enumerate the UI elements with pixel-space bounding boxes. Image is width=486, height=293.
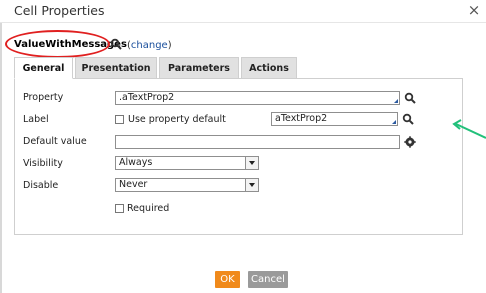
dropdown-arrow-box xyxy=(245,157,258,169)
label-input[interactable]: aTextProp2 xyxy=(271,112,398,126)
chevron-down-icon xyxy=(249,183,255,187)
use-property-default-label: Use property default xyxy=(128,114,226,125)
tabs-area: General Presentation Parameters Actions … xyxy=(14,57,463,235)
tab-parameters[interactable]: Parameters xyxy=(159,57,239,79)
visibility-select[interactable]: Always xyxy=(115,156,259,170)
dialog-title: Cell Properties xyxy=(14,3,105,18)
autocomplete-corner-icon xyxy=(392,120,396,124)
title-bar: Cell Properties × xyxy=(0,0,486,23)
search-icon[interactable] xyxy=(402,113,414,125)
dialog-left-border xyxy=(0,0,2,293)
disable-selected-value: Never xyxy=(119,179,148,190)
default-value-label: Default value xyxy=(23,136,87,147)
disable-select[interactable]: Never xyxy=(115,178,259,192)
tab-general[interactable]: General xyxy=(14,57,73,79)
annotation-arrow-icon xyxy=(452,119,486,139)
search-icon[interactable] xyxy=(110,38,122,50)
autocomplete-corner-icon xyxy=(394,99,398,103)
property-input-value: .aTextProp2 xyxy=(119,92,175,103)
dropdown-arrow-box xyxy=(245,179,258,191)
visibility-selected-value: Always xyxy=(119,157,153,168)
cell-properties-dialog: Cell Properties × ValueWithMessages (cha… xyxy=(0,0,486,293)
required-label: Required xyxy=(127,203,170,214)
default-value-input[interactable] xyxy=(115,135,400,149)
ok-button[interactable]: OK xyxy=(215,271,240,288)
gear-icon[interactable] xyxy=(404,136,416,148)
property-input[interactable]: .aTextProp2 xyxy=(115,91,400,105)
change-link[interactable]: change xyxy=(131,40,168,51)
property-label: Property xyxy=(23,92,64,103)
chevron-down-icon xyxy=(249,161,255,165)
tab-presentation[interactable]: Presentation xyxy=(75,57,157,79)
tab-actions[interactable]: Actions xyxy=(241,57,297,79)
search-icon[interactable] xyxy=(404,92,416,104)
change-close-paren: ) xyxy=(167,40,172,51)
cancel-button[interactable]: Cancel xyxy=(248,271,288,288)
label-input-value: aTextProp2 xyxy=(275,113,328,124)
visibility-label: Visibility xyxy=(23,158,63,169)
label-label: Label xyxy=(23,114,49,125)
use-property-default-checkbox[interactable] xyxy=(115,115,124,124)
general-tab-panel: Property .aTextProp2 Label Use property … xyxy=(14,78,463,235)
disable-label: Disable xyxy=(23,180,59,191)
change-link-wrapper: (change) xyxy=(127,40,172,51)
close-icon[interactable]: × xyxy=(466,2,482,18)
required-checkbox[interactable] xyxy=(115,204,124,213)
